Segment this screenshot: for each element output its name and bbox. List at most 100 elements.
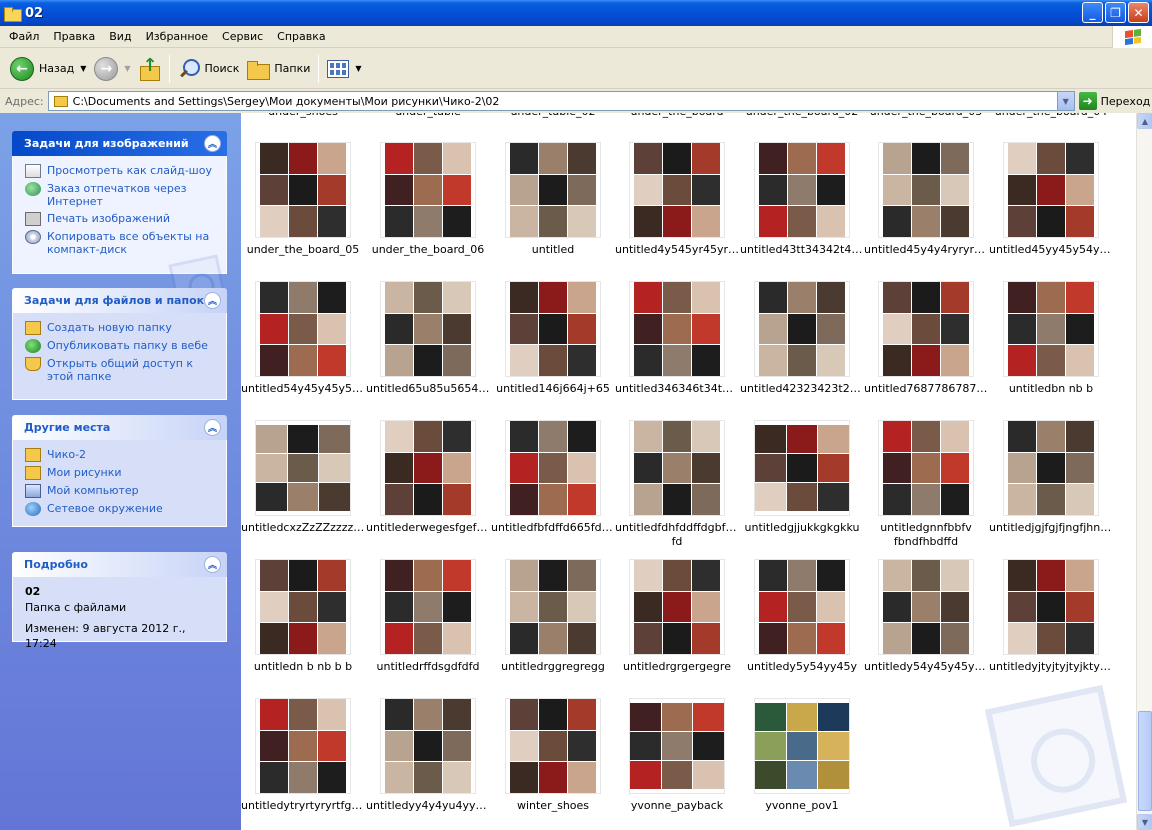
other-places-body: Чико-2 Мои рисунки Мой компьютер Сетевое… (12, 440, 227, 527)
go-button[interactable]: ➜ Переход (1078, 92, 1150, 110)
thumbnail-image (759, 560, 845, 654)
collapse-chevron-icon[interactable]: ︽ (204, 135, 221, 152)
thumbnail-frame[interactable] (380, 559, 476, 655)
thumbnail-frame[interactable] (629, 142, 725, 238)
task-copy-to-cd[interactable]: Копировать все объекты на компакт-диск (25, 230, 216, 256)
file-caption[interactable]: under_table_02 (493, 113, 613, 118)
file-view[interactable]: under_shoes under_table under_table_02 u… (241, 113, 1136, 830)
thumbnail-frame[interactable] (754, 142, 850, 238)
back-label: Назад (39, 62, 75, 75)
address-dropdown-icon[interactable]: ▼ (1056, 92, 1074, 110)
forward-button[interactable]: → ▼ (90, 53, 134, 85)
menu-bar: Файл Правка Вид Избранное Сервис Справка (0, 26, 1152, 48)
file-caption[interactable]: under_the_board_03 (866, 113, 986, 118)
thumbnail-frame[interactable] (505, 142, 601, 238)
thumbnail-frame[interactable] (505, 559, 601, 655)
thumbnail-frame[interactable] (754, 698, 850, 794)
place-my-computer[interactable]: Мой компьютер (25, 484, 216, 498)
task-publish-web[interactable]: Опубликовать папку в вебе (25, 339, 216, 353)
file-caption[interactable]: under_table (368, 113, 488, 118)
thumbnail-frame[interactable] (629, 281, 725, 377)
thumbnail-frame[interactable] (380, 698, 476, 794)
thumbnail-frame[interactable] (754, 559, 850, 655)
thumbnail-frame[interactable] (505, 281, 601, 377)
file-caption: untitledgjjukkgkgkku (744, 521, 860, 534)
views-button[interactable]: ▼ (323, 53, 365, 85)
thumbnail-image (755, 703, 849, 789)
minimize-button[interactable]: _ (1082, 2, 1103, 23)
collapse-chevron-icon[interactable]: ︽ (204, 292, 221, 309)
other-places-header[interactable]: Другие места ︽ (12, 415, 227, 440)
file-tasks-title: Задачи для файлов и папок (24, 294, 205, 307)
address-input[interactable]: C:\Documents and Settings\Sergey\Мои док… (47, 91, 1075, 111)
task-print-images[interactable]: Печать изображений (25, 212, 216, 226)
scroll-thumb[interactable] (1138, 711, 1152, 811)
scroll-down-button[interactable]: ▼ (1137, 814, 1152, 830)
thumbnail-frame[interactable] (878, 420, 974, 516)
back-button[interactable]: ← Назад ▼ (6, 53, 90, 85)
views-dropdown-icon[interactable]: ▼ (355, 64, 361, 73)
file-caption: untitledrgrgergegre (623, 660, 731, 673)
thumbnail-frame[interactable] (255, 142, 351, 238)
place-chiko-2[interactable]: Чико-2 (25, 448, 216, 462)
menu-file[interactable]: Файл (2, 30, 46, 43)
thumbnail-frame[interactable] (629, 420, 725, 516)
thumbnail-frame[interactable] (380, 281, 476, 377)
thumbnail-frame[interactable] (255, 420, 351, 516)
thumbnail-frame[interactable] (505, 698, 601, 794)
thumbnail-frame[interactable] (255, 559, 351, 655)
thumbnail-frame[interactable] (1003, 142, 1099, 238)
task-slideshow[interactable]: Просмотреть как слайд-шоу (25, 164, 216, 178)
thumbnail-frame[interactable] (754, 281, 850, 377)
thumbnail-frame[interactable] (629, 698, 725, 794)
thumbnail-frame[interactable] (878, 142, 974, 238)
menu-help[interactable]: Справка (270, 30, 332, 43)
menu-view[interactable]: Вид (102, 30, 138, 43)
thumbnail-frame[interactable] (878, 281, 974, 377)
thumbnail-image (634, 282, 720, 376)
thumbnail-frame[interactable] (255, 698, 351, 794)
task-share-folder[interactable]: Открыть общий доступ к этой папке (25, 357, 216, 383)
file-caption: untitled45y4y4ryryryr... (864, 243, 988, 256)
file-tasks-header[interactable]: Задачи для файлов и папок ︽ (12, 288, 227, 313)
task-new-folder[interactable]: Создать новую папку (25, 321, 216, 335)
thumbnail-frame[interactable] (1003, 420, 1099, 516)
file-caption: untitledfdhfddffdgbfd... fd (615, 521, 739, 548)
thumbnail-frame[interactable] (505, 420, 601, 516)
file-caption: under_the_board_05 (246, 243, 360, 256)
thumbnail-frame[interactable] (255, 281, 351, 377)
up-button[interactable] (135, 53, 165, 85)
menu-edit[interactable]: Правка (46, 30, 102, 43)
thumbnail-frame[interactable] (878, 559, 974, 655)
file-caption[interactable]: under_the_board_04 (991, 113, 1111, 118)
menu-tools[interactable]: Сервис (215, 30, 270, 43)
image-tasks-header[interactable]: Задачи для изображений ︽ (12, 131, 227, 156)
address-path: C:\Documents and Settings\Sergey\Мои док… (72, 94, 500, 108)
thumbnail-frame[interactable] (380, 142, 476, 238)
thumbnail-frame[interactable] (754, 420, 850, 516)
file-tasks-panel: Задачи для файлов и папок ︽ Создать нову… (12, 288, 227, 400)
close-button[interactable]: ✕ (1128, 2, 1149, 23)
vertical-scrollbar[interactable]: ▲ ▼ (1136, 113, 1152, 830)
collapse-chevron-icon[interactable]: ︽ (204, 419, 221, 436)
forward-dropdown-icon[interactable]: ▼ (124, 64, 130, 73)
file-caption[interactable]: under_the_board (617, 113, 737, 118)
details-panel: Подробно ︽ 02 Папка с файлами Изменен: 9… (12, 552, 227, 650)
thumbnail-frame[interactable] (1003, 281, 1099, 377)
collapse-chevron-icon[interactable]: ︽ (204, 556, 221, 573)
menu-favorites[interactable]: Избранное (139, 30, 215, 43)
maximize-button[interactable]: ❐ (1105, 2, 1126, 23)
scroll-up-button[interactable]: ▲ (1137, 113, 1152, 129)
place-network[interactable]: Сетевое окружение (25, 502, 216, 516)
details-header[interactable]: Подробно ︽ (12, 552, 227, 577)
thumbnail-frame[interactable] (1003, 559, 1099, 655)
folders-button[interactable]: Папки (243, 53, 314, 85)
task-order-prints[interactable]: Заказ отпечатков через Интернет (25, 182, 216, 208)
file-caption[interactable]: under_shoes (243, 113, 363, 118)
back-dropdown-icon[interactable]: ▼ (80, 64, 86, 73)
place-my-pictures[interactable]: Мои рисунки (25, 466, 216, 480)
thumbnail-frame[interactable] (380, 420, 476, 516)
file-caption[interactable]: under_the_board_02 (742, 113, 862, 118)
search-button[interactable]: Поиск (174, 53, 244, 85)
thumbnail-frame[interactable] (629, 559, 725, 655)
